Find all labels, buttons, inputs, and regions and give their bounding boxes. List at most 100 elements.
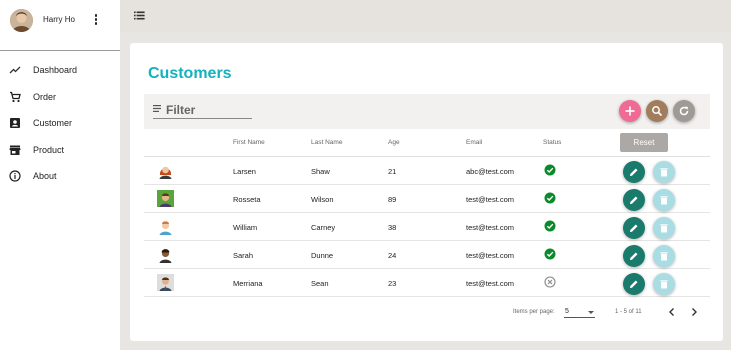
list-menu-icon[interactable] bbox=[134, 11, 145, 20]
cell-last-name: Sean bbox=[311, 279, 329, 288]
cell-first-name: Merriana bbox=[233, 279, 263, 288]
cell-email: test@test.com bbox=[466, 223, 515, 232]
cell-first-name: Rosseta bbox=[233, 195, 261, 204]
check-circle-icon bbox=[544, 220, 556, 232]
cart-icon bbox=[10, 91, 21, 102]
cancel-circle-icon bbox=[544, 276, 556, 288]
search-icon bbox=[652, 106, 663, 117]
delete-button[interactable] bbox=[653, 217, 675, 239]
chevron-down-icon bbox=[588, 311, 594, 314]
pencil-icon bbox=[630, 224, 638, 232]
sidebar-item-label: Order bbox=[33, 91, 57, 102]
cell-email: test@test.com bbox=[466, 195, 515, 204]
cell-email: abc@test.com bbox=[466, 167, 515, 176]
more-vert-icon[interactable] bbox=[92, 14, 100, 28]
sidebar-item-customer[interactable]: Customer bbox=[0, 112, 120, 139]
table-row[interactable]: Sarah Dunne 24 test@test.com bbox=[144, 241, 710, 269]
sidebar-item-label: Dashboard bbox=[33, 65, 78, 75]
avatar bbox=[157, 246, 174, 263]
sidebar-item-label: Customer bbox=[33, 118, 73, 128]
check-circle-icon bbox=[544, 192, 556, 204]
trash-icon bbox=[660, 280, 668, 289]
sidebar-item-label: About bbox=[33, 171, 57, 181]
edit-button[interactable] bbox=[623, 273, 645, 295]
column-header-email[interactable]: Email bbox=[466, 139, 482, 146]
top-bar bbox=[120, 0, 731, 32]
trash-icon bbox=[660, 196, 668, 205]
sidebar-item-product[interactable]: Product bbox=[0, 139, 120, 166]
cell-last-name: Shaw bbox=[311, 167, 330, 176]
column-header-first-name[interactable]: First Name bbox=[233, 139, 265, 146]
store-icon bbox=[9, 145, 21, 155]
sidebar-item-about[interactable]: About bbox=[0, 165, 120, 192]
delete-button[interactable] bbox=[653, 245, 675, 267]
refresh-button[interactable] bbox=[673, 100, 695, 122]
cell-first-name: Sarah bbox=[233, 251, 254, 260]
column-header-status[interactable]: Status bbox=[543, 139, 561, 146]
table-row[interactable]: Larsen Shaw 21 abc@test.com bbox=[144, 157, 710, 185]
filter-underline bbox=[153, 118, 252, 119]
column-header-age[interactable]: Age bbox=[388, 139, 400, 146]
delete-button[interactable] bbox=[653, 161, 675, 183]
cell-last-name: Carney bbox=[311, 223, 336, 232]
avatar[interactable] bbox=[10, 9, 33, 32]
trending-icon bbox=[9, 66, 21, 74]
cell-age: 89 bbox=[388, 195, 397, 204]
filter-input[interactable]: Filter bbox=[166, 103, 195, 117]
filter-toolbar: Filter bbox=[144, 94, 710, 129]
table-row[interactable]: Merriana Sean 23 test@test.com bbox=[144, 269, 710, 297]
divider bbox=[0, 50, 120, 51]
page-range: 1 - 5 of 11 bbox=[615, 309, 642, 315]
search-button[interactable] bbox=[646, 100, 668, 122]
previous-page-icon[interactable] bbox=[665, 305, 679, 319]
cell-first-name: William bbox=[233, 223, 258, 232]
avatar bbox=[157, 162, 174, 179]
sidebar-item-dashboard[interactable]: Dashboard bbox=[0, 59, 120, 86]
user-name: Harry Ho bbox=[43, 15, 76, 24]
customers-table-body: Larsen Shaw 21 abc@test.com Rosseta Wils… bbox=[144, 157, 710, 297]
filter-lines-icon bbox=[153, 105, 161, 112]
cell-last-name: Wilson bbox=[311, 195, 334, 204]
user-profile: Harry Ho bbox=[10, 8, 120, 34]
table-row[interactable]: Rosseta Wilson 89 test@test.com bbox=[144, 185, 710, 213]
pencil-icon bbox=[630, 196, 638, 204]
page-size-value: 5 bbox=[565, 308, 569, 315]
check-circle-icon bbox=[544, 164, 556, 176]
refresh-icon bbox=[679, 106, 689, 116]
sidebar-item-order[interactable]: Order bbox=[0, 86, 120, 113]
pencil-icon bbox=[630, 168, 638, 176]
edit-button[interactable] bbox=[623, 245, 645, 267]
table-header: First Name Last Name Age Email Status bbox=[144, 135, 710, 157]
page-title: Customers bbox=[148, 65, 232, 82]
trash-icon bbox=[660, 168, 668, 177]
next-page-icon[interactable] bbox=[687, 305, 701, 319]
cell-age: 24 bbox=[388, 251, 397, 260]
edit-button[interactable] bbox=[623, 217, 645, 239]
cell-email: test@test.com bbox=[466, 251, 515, 260]
add-customer-button[interactable] bbox=[619, 100, 641, 122]
avatar bbox=[157, 218, 174, 235]
contact-icon bbox=[10, 118, 20, 128]
cell-age: 23 bbox=[388, 279, 397, 288]
avatar bbox=[157, 274, 174, 291]
pencil-icon bbox=[630, 252, 638, 260]
cell-age: 38 bbox=[388, 223, 397, 232]
cell-age: 21 bbox=[388, 167, 397, 176]
edit-button[interactable] bbox=[623, 189, 645, 211]
trash-icon bbox=[660, 224, 668, 233]
page-size-select[interactable]: 5 bbox=[564, 306, 595, 318]
check-circle-icon bbox=[544, 248, 556, 260]
delete-button[interactable] bbox=[653, 273, 675, 295]
items-per-page-label: Items per page: bbox=[513, 309, 555, 315]
pencil-icon bbox=[630, 280, 638, 288]
column-header-last-name[interactable]: Last Name bbox=[311, 139, 342, 146]
delete-button[interactable] bbox=[653, 189, 675, 211]
plus-icon bbox=[625, 106, 635, 116]
info-icon bbox=[9, 170, 21, 182]
table-row[interactable]: William Carney 38 test@test.com bbox=[144, 213, 710, 241]
cell-last-name: Dunne bbox=[311, 251, 334, 260]
sidebar: Harry Ho Dashboard Order Customer Produc… bbox=[0, 0, 120, 350]
edit-button[interactable] bbox=[623, 161, 645, 183]
sidebar-item-label: Product bbox=[33, 144, 65, 155]
trash-icon bbox=[660, 252, 668, 261]
